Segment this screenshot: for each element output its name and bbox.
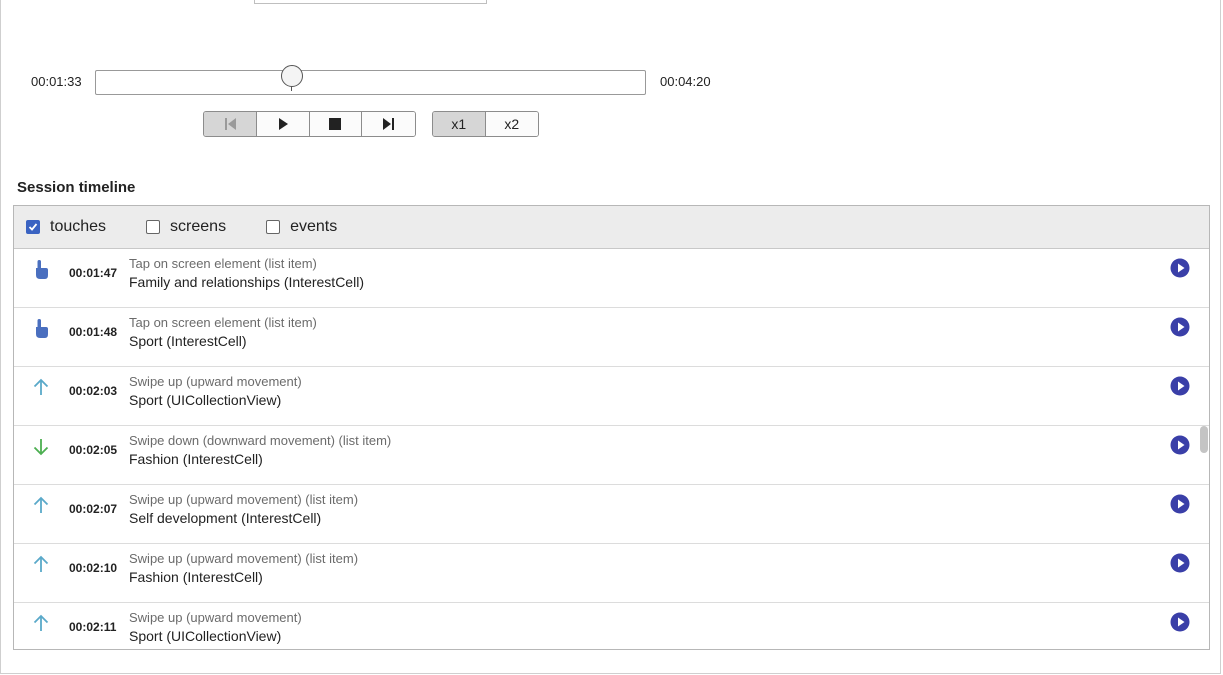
swipe-up-icon <box>33 496 49 513</box>
tap-icon <box>36 260 48 279</box>
timeline-row[interactable]: 00:02:07 Swipe up (upward movement) (lis… <box>14 485 1209 544</box>
timeline-row[interactable]: 00:01:47 Tap on screen element (list ite… <box>14 249 1209 308</box>
play-circle-icon[interactable] <box>1170 376 1190 396</box>
transport-controls <box>203 111 416 137</box>
progress-bar[interactable] <box>95 70 646 95</box>
timeline-rows: 00:01:47 Tap on screen element (list ite… <box>14 249 1209 649</box>
event-description: Swipe up (upward movement) <box>129 374 302 389</box>
event-description: Swipe down (downward movement) (list ite… <box>129 433 392 448</box>
swipe-down-icon <box>33 439 49 456</box>
progress-knob[interactable] <box>281 65 303 87</box>
stop-icon <box>329 118 342 130</box>
event-description: Tap on screen element (list item) <box>129 256 317 271</box>
play-circle-icon[interactable] <box>1170 435 1190 455</box>
event-time: 00:02:03 <box>69 384 118 398</box>
event-time: 00:02:11 <box>69 620 117 634</box>
swipe-up-icon <box>33 378 49 395</box>
event-description: Swipe up (upward movement) (list item) <box>129 492 359 507</box>
skip-back-button[interactable] <box>204 112 257 136</box>
filter-label: screens <box>170 218 227 235</box>
play-circle-icon[interactable] <box>1170 258 1190 278</box>
skip-back-icon <box>224 118 236 130</box>
session-timeline: touches screens events 00:01:47 Tap on s… <box>13 205 1210 650</box>
event-target: Sport (InterestCell) <box>129 333 247 349</box>
filter-bar: touches screens events <box>14 206 1209 249</box>
filter-events[interactable]: events <box>266 218 337 236</box>
speed-x1-button[interactable]: x1 <box>433 112 486 136</box>
filter-label: touches <box>50 218 107 235</box>
filter-label: events <box>290 218 338 235</box>
timeline-row[interactable]: 00:02:03 Swipe up (upward movement) Spor… <box>14 367 1209 426</box>
timeline-scrollbar[interactable] <box>1200 426 1208 453</box>
event-description: Tap on screen element (list item) <box>129 315 317 330</box>
play-icon <box>278 118 288 130</box>
event-time: 00:02:10 <box>69 561 118 575</box>
stop-button[interactable] <box>309 112 363 136</box>
play-circle-icon[interactable] <box>1170 494 1190 514</box>
skip-forward-icon <box>382 118 394 130</box>
swipe-up-icon <box>33 555 49 572</box>
play-circle-icon[interactable] <box>1170 317 1190 337</box>
event-time: 00:02:07 <box>69 502 118 516</box>
tap-icon <box>36 319 48 338</box>
event-target: Sport (UICollectionView) <box>129 392 282 408</box>
speed-controls: x1 x2 <box>432 111 539 137</box>
events-checkbox[interactable] <box>266 220 281 234</box>
event-time: 00:01:47 <box>69 266 118 280</box>
play-circle-icon[interactable] <box>1170 553 1190 573</box>
timeline-row[interactable]: 00:02:05 Swipe down (downward movement) … <box>14 426 1209 485</box>
event-target: Fashion (InterestCell) <box>129 451 263 467</box>
filter-touches[interactable]: touches <box>26 218 106 236</box>
screens-checkbox[interactable] <box>146 220 161 234</box>
event-description: Swipe up (upward movement) <box>129 610 302 625</box>
event-description: Swipe up (upward movement) (list item) <box>129 551 359 566</box>
total-time: 00:04:20 <box>660 74 711 89</box>
video-viewport-edge <box>254 0 487 4</box>
current-time: 00:01:33 <box>31 74 82 89</box>
timeline-row[interactable]: 00:02:11 Swipe up (upward movement) Spor… <box>14 603 1209 649</box>
section-title: Session timeline <box>17 179 136 196</box>
timeline-row[interactable]: 00:01:48 Tap on screen element (list ite… <box>14 308 1209 367</box>
play-button[interactable] <box>256 112 310 136</box>
event-target: Sport (UICollectionView) <box>129 628 282 644</box>
progress-knob-tick <box>291 86 292 91</box>
check-icon <box>28 223 38 231</box>
timeline-row[interactable]: 00:02:10 Swipe up (upward movement) (lis… <box>14 544 1209 603</box>
event-target: Self development (InterestCell) <box>129 510 322 526</box>
filter-screens[interactable]: screens <box>146 218 226 236</box>
touches-checkbox[interactable] <box>26 220 40 234</box>
event-time: 00:01:48 <box>69 325 118 339</box>
swipe-up-icon <box>33 614 49 631</box>
speed-x2-button[interactable]: x2 <box>485 112 538 136</box>
event-target: Family and relationships (InterestCell) <box>129 274 364 290</box>
skip-forward-button[interactable] <box>362 112 415 136</box>
event-time: 00:02:05 <box>69 443 118 457</box>
event-target: Fashion (InterestCell) <box>129 569 263 585</box>
play-circle-icon[interactable] <box>1170 612 1190 632</box>
